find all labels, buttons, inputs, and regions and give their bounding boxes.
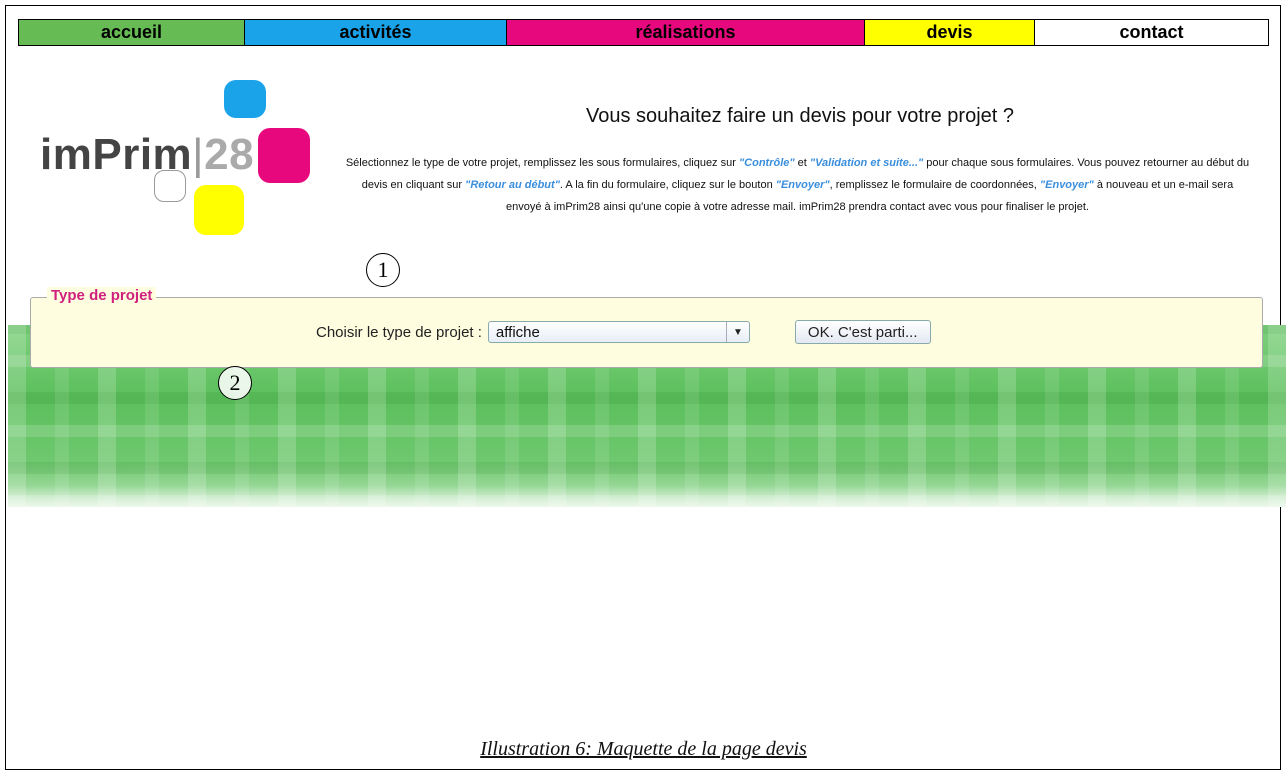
keyword-envoyer: "Envoyer" xyxy=(775,179,830,191)
nav-item-accueil[interactable]: accueil xyxy=(19,20,245,45)
main-nav: accueil activités réalisations devis con… xyxy=(18,19,1269,46)
keyword-retour: "Retour au début" xyxy=(465,179,560,191)
project-type-row: Choisir le type de projet : affiche ▼ OK… xyxy=(316,320,931,344)
keyword-validation: "Validation et suite..." xyxy=(809,157,924,169)
chevron-down-icon[interactable]: ▼ xyxy=(725,322,749,342)
nav-item-realisations[interactable]: réalisations xyxy=(507,20,865,45)
fieldset-legend: Type de projet xyxy=(47,287,157,304)
band-fade xyxy=(8,485,1286,507)
figure-caption: Illustration 6: Maquette de la page devi… xyxy=(480,738,807,760)
page-title: Vous souhaitez faire un devis pour votre… xyxy=(585,105,1015,127)
annotation-marker-2: 2 xyxy=(218,366,252,400)
intro-text: , remplissez le formulaire de coordonnée… xyxy=(829,179,1040,191)
select-value: affiche xyxy=(495,323,540,341)
project-type-label: Choisir le type de projet : xyxy=(316,323,482,341)
intro-paragraph: Sélectionnez le type de votre projet, re… xyxy=(345,152,1250,218)
logo-magenta-square xyxy=(258,128,310,183)
logo-yellow-square xyxy=(194,185,244,235)
logo-number: 28 xyxy=(204,130,255,179)
intro-text: Sélectionnez le type de votre projet, re… xyxy=(345,157,739,169)
keyword-envoyer-2: "Envoyer" xyxy=(1039,179,1094,191)
logo-text: imPrim xyxy=(40,130,193,179)
nav-item-activites[interactable]: activités xyxy=(245,20,507,45)
imprim28-logo[interactable]: imPrim|28 xyxy=(40,80,320,240)
logo-blue-square xyxy=(224,80,266,118)
logo-separator: | xyxy=(192,130,205,179)
annotation-marker-1: 1 xyxy=(366,253,400,287)
intro-text: et xyxy=(794,157,810,169)
start-button[interactable]: OK. C'est parti... xyxy=(794,320,931,344)
nav-item-contact[interactable]: contact xyxy=(1035,20,1268,45)
project-type-select[interactable]: affiche ▼ xyxy=(487,321,750,343)
project-type-fieldset: Type de projet Choisir le type de projet… xyxy=(30,287,1263,368)
logo-wordmark: imPrim|28 xyxy=(40,130,254,180)
intro-text: . A la fin du formulaire, cliquez sur le… xyxy=(559,179,776,191)
keyword-controle: "Contrôle" xyxy=(738,157,795,169)
nav-item-devis[interactable]: devis xyxy=(865,20,1035,45)
